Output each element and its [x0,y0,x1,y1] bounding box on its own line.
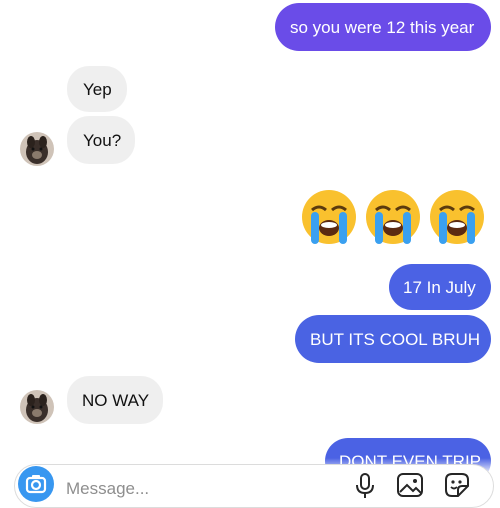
outgoing-message[interactable]: 17 In July [389,264,491,310]
incoming-message[interactable]: NO WAY [67,376,163,424]
incoming-message[interactable]: You? [67,116,135,164]
sticker-icon [445,473,469,497]
incoming-message[interactable]: Yep [67,66,127,112]
outgoing-message[interactable]: so you were 12 this year [275,3,491,51]
dog-photo-icon [20,132,54,166]
message-text: NO WAY [82,390,150,410]
camera-button[interactable] [18,466,54,502]
camera-icon [25,475,47,494]
loudly-crying-face-icon [366,190,420,244]
gallery-button[interactable] [395,470,425,500]
sticker-button[interactable] [442,470,472,500]
chat-thread: so you were 12 this year Yep You? 17 In … [0,0,500,500]
gallery-icon [397,473,423,497]
message-text: You? [83,130,122,150]
message-text: 17 In July [403,277,476,297]
loudly-crying-face-icon [302,190,356,244]
message-text: BUT ITS COOL BRUH [310,329,481,349]
dog-photo-icon [20,390,54,424]
microphone-button[interactable] [350,470,380,500]
avatar[interactable] [20,132,54,166]
message-text: so you were 12 this year [290,17,475,37]
microphone-icon [356,473,374,498]
loudly-crying-face-icon [430,190,484,244]
message-input[interactable] [66,478,266,500]
outgoing-message[interactable]: BUT ITS COOL BRUH [295,315,491,363]
avatar[interactable] [20,390,54,424]
message-text: Yep [83,79,112,99]
